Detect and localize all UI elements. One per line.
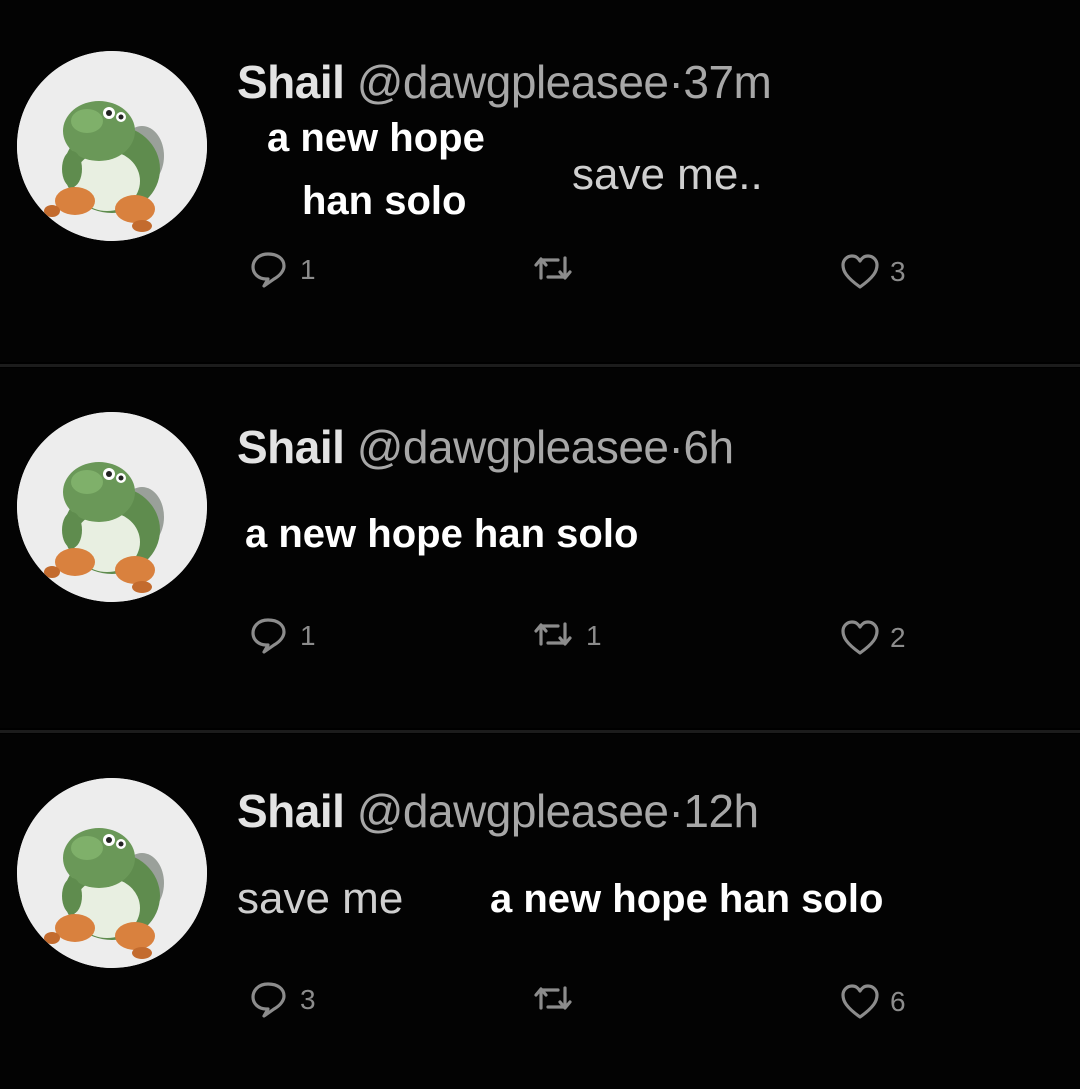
yoshi-avatar-icon [17,412,207,602]
separator: · [668,785,684,837]
like-count: 3 [890,256,906,287]
user-handle[interactable]: @dawgpleasee [357,785,669,837]
heart-icon [841,984,879,1019]
retweet-icon [534,256,572,280]
separator: · [668,421,684,473]
avatar[interactable] [17,412,207,602]
heart-icon [841,254,879,289]
tweet-3[interactable]: Shail @dawgpleasee·12h save me a new hop… [0,734,1080,1089]
divider [0,730,1080,733]
like-button[interactable]: 2 [840,619,906,657]
retweet-button[interactable]: 1 [532,616,602,656]
reply-icon [251,252,286,288]
reply-count: 3 [300,984,316,1015]
reply-button[interactable]: 3 [250,980,316,1020]
timestamp[interactable]: 12h [683,785,759,837]
tweet-text: save me.. [572,150,763,199]
display-name[interactable]: Shail [237,56,345,108]
overlay-caption: a new hope han solo [245,512,639,556]
user-handle[interactable]: @dawgpleasee [357,56,669,108]
avatar[interactable] [17,778,207,968]
overlay-caption-line-2: han solo [302,179,467,223]
overlay-caption: a new hope han solo [490,877,884,921]
tweet-header: Shail @dawgpleasee·12h [237,784,759,838]
heart-icon [841,620,879,655]
retweet-button[interactable] [532,250,586,290]
tweet-2[interactable]: Shail @dawgpleasee·6h a new hope han sol… [0,368,1080,728]
divider [0,364,1080,367]
retweet-button[interactable] [532,980,586,1020]
tweet-header: Shail @dawgpleasee·6h [237,420,734,474]
overlay-caption-line-1: a new hope [267,116,485,160]
retweet-count: 1 [586,620,602,651]
reply-count: 1 [300,620,316,651]
display-name[interactable]: Shail [237,785,345,837]
like-count: 6 [890,986,906,1017]
reply-count: 1 [300,254,316,285]
retweet-icon [534,622,572,646]
like-count: 2 [890,622,906,653]
timestamp[interactable]: 37m [683,56,771,108]
reply-icon [251,982,286,1018]
reply-icon [251,618,286,654]
yoshi-avatar-icon [17,51,207,241]
reply-button[interactable]: 1 [250,250,316,290]
yoshi-avatar-icon [17,778,207,968]
separator: · [668,56,684,108]
timestamp[interactable]: 6h [683,421,734,473]
like-button[interactable]: 3 [840,253,906,291]
tweet-1[interactable]: Shail @dawgpleasee·37m a new hope han so… [0,0,1080,362]
tweet-header: Shail @dawgpleasee·37m [237,55,772,109]
tweet-text: save me [237,874,404,923]
display-name[interactable]: Shail [237,421,345,473]
user-handle[interactable]: @dawgpleasee [357,421,669,473]
retweet-icon [534,986,572,1010]
like-button[interactable]: 6 [840,983,906,1021]
reply-button[interactable]: 1 [250,616,316,656]
avatar[interactable] [17,51,207,241]
